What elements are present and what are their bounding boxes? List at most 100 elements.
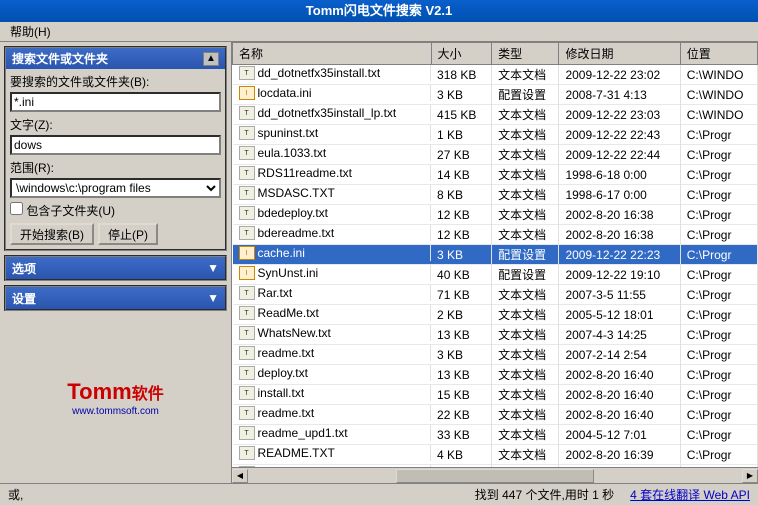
- cell-name: Tbdedeploy.txt: [233, 205, 432, 221]
- hscroll-right-btn[interactable]: ▶: [742, 469, 758, 483]
- col-name: 名称: [233, 43, 432, 65]
- logo-text: Tomm软件: [67, 378, 163, 406]
- txt-icon: T: [239, 326, 255, 340]
- table-row[interactable]: ISynUnst.ini40 KB配置设置2009-12-22 19:10C:\…: [233, 265, 758, 285]
- file-name: bdereadme.txt: [258, 226, 335, 240]
- settings-header[interactable]: 设置 ▼: [6, 287, 225, 309]
- cell-type: 文本文档: [492, 225, 559, 245]
- cell-type: 文本文档: [492, 405, 559, 425]
- logo-area: Tomm软件 www.tommsoft.com: [4, 315, 227, 479]
- hscroll-thumb[interactable]: [396, 469, 594, 483]
- cell-date: 2009-12-22 22:43: [559, 125, 680, 145]
- cell-size: 1 KB: [431, 125, 492, 145]
- text-field-row: 文字(Z):: [10, 116, 221, 155]
- table-row[interactable]: Tdeploy.txt13 KB文本文档2002-8-20 16:40C:\Pr…: [233, 365, 758, 385]
- search-section: 搜索文件或文件夹 ▲ 要搜索的文件或文件夹(B): 文字(Z): 范围(R): …: [4, 46, 227, 251]
- cell-size: 13 KB: [431, 325, 492, 345]
- cell-date: 1998-6-18 0:00: [559, 165, 680, 185]
- cell-type: 文本文档: [492, 65, 559, 85]
- table-row[interactable]: Tbdereadme.txt12 KB文本文档2002-8-20 16:38C:…: [233, 225, 758, 245]
- table-row[interactable]: TRar.txt71 KB文本文档2007-3-5 11:55C:\Progr: [233, 285, 758, 305]
- file-input[interactable]: [10, 92, 221, 112]
- cell-size: 22 KB: [431, 405, 492, 425]
- table-row[interactable]: Tdd_dotnetfx35install_lp.txt415 KB文本文档20…: [233, 105, 758, 125]
- options-collapse-btn[interactable]: ▼: [207, 261, 219, 275]
- table-row[interactable]: Tspuninst.txt1 KB文本文档2009-12-22 22:43C:\…: [233, 125, 758, 145]
- file-list-container: 名称 大小 类型 修改日期 位置 Tdd_dotnetfx35install.t…: [232, 42, 758, 483]
- options-header[interactable]: 选项 ▼: [6, 257, 225, 279]
- cell-date: 2008-7-31 4:13: [559, 85, 680, 105]
- cell-location: C:\Progr: [680, 345, 757, 365]
- file-name: locdata.ini: [258, 86, 312, 100]
- col-location: 位置: [680, 43, 757, 65]
- cell-location: C:\Progr: [680, 445, 757, 465]
- cell-date: 2009-12-22 23:02: [559, 65, 680, 85]
- cell-size: 27 KB: [431, 145, 492, 165]
- cell-date: 2002-8-20 16:40: [559, 385, 680, 405]
- cell-name: Tdeploy.txt: [233, 365, 432, 381]
- txt-icon: T: [239, 446, 255, 460]
- search-collapse-btn[interactable]: ▲: [203, 52, 219, 66]
- cell-name: Icache.ini: [233, 245, 432, 261]
- txt-icon: T: [239, 146, 255, 160]
- cell-date: 2002-8-20 16:40: [559, 405, 680, 425]
- cell-location: C:\Progr: [680, 245, 757, 265]
- table-row[interactable]: Treadme.txt3 KB文本文档2007-2-14 2:54C:\Prog…: [233, 345, 758, 365]
- stop-button[interactable]: 停止(P): [98, 223, 158, 245]
- cell-size: 8 KB: [431, 185, 492, 205]
- horizontal-scrollbar[interactable]: ◀ ▶: [232, 467, 758, 483]
- cell-location: C:\Progr: [680, 285, 757, 305]
- table-row[interactable]: TRDS11readme.txt14 KB文本文档1998-6-18 0:00C…: [233, 165, 758, 185]
- table-row[interactable]: Treadme_upd1.txt33 KB文本文档2004-5-12 7:01C…: [233, 425, 758, 445]
- cell-name: Tbdereadme.txt: [233, 225, 432, 241]
- right-panel: 名称 大小 类型 修改日期 位置 Tdd_dotnetfx35install.t…: [232, 42, 758, 483]
- status-center: 找到 447 个文件,用时 1 秒: [475, 486, 614, 503]
- menu-bar: 帮助(H): [0, 22, 758, 42]
- table-row[interactable]: Treadme.txt22 KB文本文档2002-8-20 16:40C:\Pr…: [233, 405, 758, 425]
- settings-collapse-btn[interactable]: ▼: [207, 291, 219, 305]
- cell-size: 40 KB: [431, 265, 492, 285]
- cell-type: 文本文档: [492, 425, 559, 445]
- cell-name: Tinstall.txt: [233, 385, 432, 401]
- range-select[interactable]: \windows\c:\program files: [10, 178, 221, 198]
- cell-name: TREADME.TXT: [233, 445, 432, 461]
- cell-size: 318 KB: [431, 65, 492, 85]
- hscroll-left-btn[interactable]: ◀: [232, 469, 248, 483]
- cell-name: ISynUnst.ini: [233, 265, 432, 281]
- options-section: 选项 ▼: [4, 255, 227, 281]
- text-input[interactable]: [10, 135, 221, 155]
- subfolder-checkbox[interactable]: [10, 202, 23, 215]
- file-name: dd_dotnetfx35install_lp.txt: [258, 106, 397, 120]
- text-label: 文字(Z):: [10, 116, 221, 133]
- cell-name: TMSDASC.TXT: [233, 185, 432, 201]
- cell-name: Treadme.txt: [233, 345, 432, 361]
- status-left: 或,: [8, 486, 459, 503]
- txt-icon: T: [239, 66, 255, 80]
- table-row[interactable]: Icache.ini3 KB配置设置2009-12-22 22:23C:\Pro…: [233, 245, 758, 265]
- file-table-wrapper[interactable]: 名称 大小 类型 修改日期 位置 Tdd_dotnetfx35install.t…: [232, 42, 758, 467]
- table-row[interactable]: TReadMe.txt2 KB文本文档2005-5-12 18:01C:\Pro…: [233, 305, 758, 325]
- txt-icon: T: [239, 206, 255, 220]
- file-name: Rar.txt: [258, 286, 293, 300]
- ini-icon: I: [239, 266, 255, 280]
- hscroll-track[interactable]: [248, 469, 742, 483]
- col-type: 类型: [492, 43, 559, 65]
- menu-help[interactable]: 帮助(H): [4, 22, 57, 41]
- cell-type: 文本文档: [492, 385, 559, 405]
- title-bar: Tomm闪电文件搜索 V2.1: [0, 0, 758, 22]
- table-row[interactable]: TMSDASC.TXT8 KB文本文档1998-6-17 0:00C:\Prog…: [233, 185, 758, 205]
- table-row[interactable]: Ilocdata.ini3 KB配置设置2008-7-31 4:13C:\WIN…: [233, 85, 758, 105]
- cell-location: C:\WINDO: [680, 85, 757, 105]
- status-link[interactable]: 4 套在线翻译 Web API: [630, 486, 750, 503]
- table-row[interactable]: TWhatsNew.txt13 KB文本文档2007-4-3 14:25C:\P…: [233, 325, 758, 345]
- table-row[interactable]: Tbdedeploy.txt12 KB文本文档2002-8-20 16:38C:…: [233, 205, 758, 225]
- table-row[interactable]: Tinstall.txt15 KB文本文档2002-8-20 16:40C:\P…: [233, 385, 758, 405]
- file-name: SynUnst.ini: [258, 266, 319, 280]
- cell-size: 12 KB: [431, 225, 492, 245]
- search-button[interactable]: 开始搜索(B): [10, 223, 94, 245]
- search-section-header: 搜索文件或文件夹 ▲: [6, 48, 225, 69]
- table-row[interactable]: TREADME.TXT4 KB文本文档2002-8-20 16:39C:\Pro…: [233, 445, 758, 465]
- table-row[interactable]: Teula.1033.txt27 KB文本文档2009-12-22 22:44C…: [233, 145, 758, 165]
- cell-location: C:\Progr: [680, 365, 757, 385]
- table-row[interactable]: Tdd_dotnetfx35install.txt318 KB文本文档2009-…: [233, 65, 758, 85]
